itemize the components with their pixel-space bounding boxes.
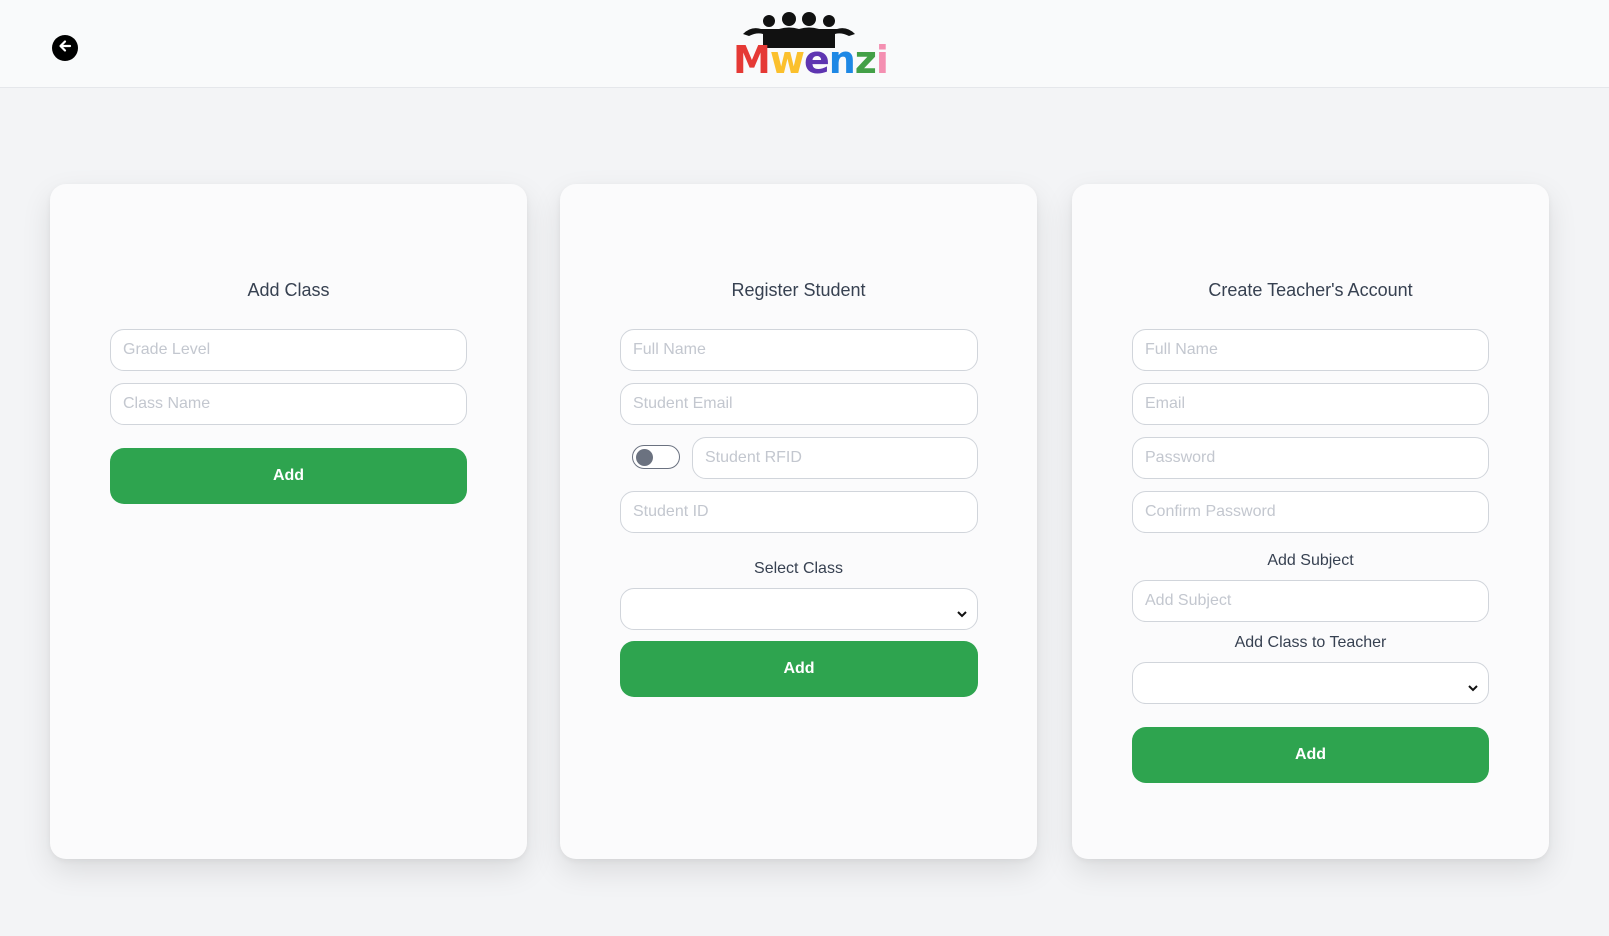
student-id-input[interactable]: [620, 491, 978, 533]
teacher-email-input[interactable]: [1132, 383, 1489, 425]
add-class-button[interactable]: Add: [110, 448, 467, 504]
logo-letter: n: [828, 38, 856, 82]
logo-letter: z: [854, 38, 877, 82]
logo-letter: i: [875, 38, 889, 82]
add-class-title: Add Class: [247, 280, 330, 300]
select-class-label: Select Class: [754, 560, 843, 577]
logo-letter: w: [769, 38, 805, 82]
create-teacher-add-button[interactable]: Add: [1132, 727, 1489, 783]
chevron-down-icon: [1468, 679, 1478, 697]
add-class-card: Add Class Add: [50, 184, 527, 859]
add-class-to-teacher-dropdown[interactable]: [1132, 662, 1489, 704]
confirm-password-input[interactable]: [1132, 491, 1489, 533]
top-bar: Mwenzi: [0, 0, 1609, 88]
logo-letter: M: [733, 38, 771, 82]
mwenzi-logo: Mwenzi: [733, 12, 889, 82]
register-student-add-button[interactable]: Add: [620, 641, 978, 697]
create-teacher-title: Create Teacher's Account: [1208, 280, 1413, 300]
chevron-down-icon: [957, 605, 967, 623]
student-full-name-input[interactable]: [620, 329, 978, 371]
teacher-full-name-input[interactable]: [1132, 329, 1489, 371]
back-button[interactable]: [52, 35, 78, 61]
logo-letter: e: [803, 38, 830, 82]
add-class-to-teacher-label: Add Class to Teacher: [1234, 634, 1387, 651]
add-subject-input[interactable]: [1132, 580, 1489, 622]
grade-level-input[interactable]: [110, 329, 467, 371]
select-class-dropdown[interactable]: [620, 588, 978, 630]
add-subject-label: Add Subject: [1267, 552, 1354, 569]
toggle-knob: [636, 448, 653, 466]
logo-wordmark: Mwenzi: [733, 38, 889, 82]
student-email-input[interactable]: [620, 383, 978, 425]
password-input[interactable]: [1132, 437, 1489, 479]
register-student-title: Register Student: [731, 280, 866, 300]
create-teacher-card: Create Teacher's Account Add Subject Add…: [1072, 184, 1549, 859]
register-student-card: Register Student Select Class Add: [560, 184, 1037, 859]
rfid-toggle[interactable]: [632, 445, 680, 469]
class-name-input[interactable]: [110, 383, 467, 425]
student-rfid-input[interactable]: [692, 437, 978, 479]
arrow-left-icon: [57, 38, 73, 59]
